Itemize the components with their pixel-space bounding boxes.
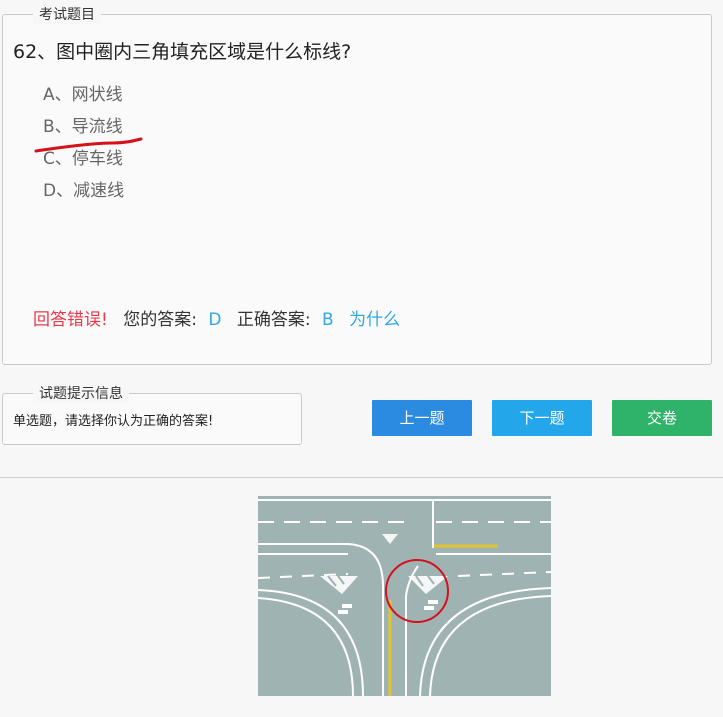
- why-link[interactable]: 为什么: [349, 310, 400, 330]
- option-d[interactable]: D、减速线: [43, 175, 124, 207]
- correct-answer-label: 正确答案:: [236, 310, 311, 330]
- answer-result: 回答错误! 您的答案: D 正确答案: B 为什么: [33, 307, 400, 333]
- next-question-button[interactable]: 下一题: [492, 400, 592, 436]
- question-text: 62、图中圈内三角填充区域是什么标线?: [13, 41, 352, 63]
- correct-answer-value: B: [322, 310, 334, 330]
- previous-question-button[interactable]: 上一题: [372, 400, 472, 436]
- question-panel-legend: 考试题目: [33, 6, 101, 24]
- hint-panel: 试题提示信息 单选题，请选择你认为正确的答案!: [2, 385, 302, 445]
- red-underline-annotation: [34, 137, 143, 153]
- submit-exam-button[interactable]: 交卷: [612, 400, 712, 436]
- question-panel: 考试题目 62、图中圈内三角填充区域是什么标线? A、网状线 B、导流线 C、停…: [2, 6, 712, 365]
- wrong-answer-text: 回答错误!: [33, 310, 108, 330]
- option-a[interactable]: A、网状线: [43, 79, 124, 111]
- section-divider: [0, 477, 723, 478]
- your-answer-value: D: [208, 310, 222, 330]
- hint-text: 单选题，请选择你认为正确的答案!: [13, 414, 214, 429]
- road-marking-image: [258, 496, 551, 696]
- hint-panel-legend: 试题提示信息: [33, 385, 129, 403]
- your-answer-label: 您的答案:: [123, 310, 197, 330]
